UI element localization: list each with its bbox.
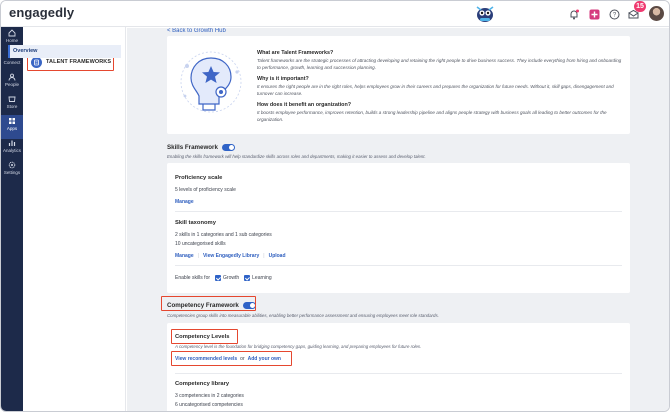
skills-framework-title: Skills Framework	[167, 144, 235, 151]
competency-card: Competency Levels A competency level is …	[167, 323, 630, 411]
learning-checkbox[interactable]	[244, 275, 251, 281]
top-bar: engagedly ? 15	[1, 1, 669, 27]
rail-label: Connect	[3, 60, 21, 65]
settings-icon	[8, 161, 16, 169]
view-engagedly-library-link[interactable]: View Engagedly Library	[203, 253, 259, 259]
rail-item-analytics[interactable]: Analytics	[1, 137, 23, 161]
separator: |	[197, 253, 199, 259]
help-icon[interactable]: ?	[607, 7, 621, 21]
intro-card: What are Talent Frameworks? Talent frame…	[167, 36, 630, 134]
notification-badge: 15	[634, 1, 646, 12]
app-window: engagedly ? 15 Home Connect People Store…	[0, 0, 670, 412]
left-rail: Home Connect People Store Apps Analytics…	[1, 27, 23, 411]
skills-framework-description: Enabling the skills framework will help …	[167, 154, 426, 159]
faq-answer: Talent frameworks are the strategic proc…	[257, 58, 622, 70]
enable-skills-label: Enable skills for	[175, 275, 211, 281]
talent-frameworks-title: TALENT FRAMEWORKS	[46, 59, 112, 65]
rail-item-apps[interactable]: Apps	[1, 115, 23, 139]
talent-frameworks-icon	[31, 56, 42, 68]
highlight-competency-actions	[171, 351, 292, 366]
rail-label: People	[4, 82, 19, 87]
learning-label: Learning	[252, 275, 272, 281]
rail-label: Analytics	[2, 148, 21, 153]
people-icon	[8, 73, 16, 81]
faq-question: What are Talent Frameworks?	[257, 50, 334, 56]
user-avatar[interactable]	[649, 6, 664, 21]
competency-library-summary: 3 competencies in 2 categories	[175, 393, 244, 399]
skills-framework-toggle[interactable]	[221, 144, 235, 151]
mascot-icon[interactable]	[473, 3, 497, 25]
skills-card: Proficiency scale 5 levels of proficienc…	[167, 163, 630, 293]
store-icon	[8, 96, 16, 102]
apps-icon	[9, 118, 15, 124]
faq-question: How does it benefit an organization?	[257, 102, 352, 109]
taxonomy-actions: Manage | View Engagedly Library | Upload	[175, 253, 286, 259]
rail-item-settings[interactable]: Settings	[1, 159, 23, 183]
skill-taxonomy-summary: 2 skills in 1 categories and 1 sub categ…	[175, 232, 272, 238]
separator: |	[263, 253, 265, 259]
upload-link[interactable]: Upload	[269, 253, 286, 259]
bell-icon[interactable]	[567, 7, 581, 21]
highlight-competency-levels	[171, 329, 238, 344]
competency-framework-description: Competencies group skills into measurabl…	[167, 313, 439, 318]
competency-levels-description: A competency level is the foundation for…	[175, 344, 422, 349]
growth-label: Growth	[223, 275, 240, 281]
rail-item-people[interactable]: People	[1, 71, 23, 95]
enable-skills-row: Enable skills for Growth Learning	[175, 275, 272, 281]
rail-item-store[interactable]: Store	[1, 93, 23, 117]
rail-label: Store	[6, 104, 18, 109]
rail-label: Settings	[3, 170, 21, 175]
divider	[175, 265, 622, 266]
main-content: < Back to Growth Hub What are Talent Fra…	[127, 28, 669, 411]
talent-frameworks-faq: What are Talent Frameworks? Talent frame…	[257, 50, 622, 129]
faq-answer: It ensures the right people are in the r…	[257, 84, 614, 96]
engagedly-logo[interactable]: engagedly	[9, 5, 74, 20]
home-icon	[8, 29, 16, 37]
faq-question: Why is it important?	[257, 76, 309, 83]
divider	[175, 211, 622, 212]
skill-taxonomy-title: Skill taxonomy	[175, 220, 216, 226]
growth-checkbox[interactable]	[215, 275, 222, 281]
talent-illustration-icon	[180, 51, 242, 113]
svg-text:?: ?	[612, 12, 616, 18]
uncategorised-skills-count: 10 uncategorised skills	[175, 241, 226, 247]
faq-answer: It boosts employee performance, improves…	[257, 110, 607, 122]
rail-label: Apps	[6, 126, 18, 131]
rail-label: Home	[5, 38, 18, 43]
highlight-competency-framework	[161, 296, 256, 311]
proficiency-scale-title: Proficiency scale	[175, 175, 223, 181]
uncategorised-competencies-count: 6 uncategorised competencies	[175, 402, 243, 408]
subnav-item-overview[interactable]: Overview	[8, 45, 121, 58]
skills-framework-label: Skills Framework	[167, 144, 218, 151]
competency-library-title: Competency library	[175, 381, 230, 387]
talent-frameworks-sidebar: TALENT FRAMEWORKS	[23, 27, 126, 411]
divider	[175, 373, 622, 374]
proficiency-actions: Manage	[175, 199, 194, 205]
analytics-icon	[8, 140, 16, 146]
proficiency-scale-summary: 5 levels of proficiency scale	[175, 187, 236, 193]
back-to-growth-hub-link[interactable]: < Back to Growth Hub	[167, 28, 226, 34]
taxonomy-manage-link[interactable]: Manage	[175, 253, 194, 259]
add-icon[interactable]	[587, 7, 601, 21]
proficiency-manage-link[interactable]: Manage	[175, 199, 194, 205]
